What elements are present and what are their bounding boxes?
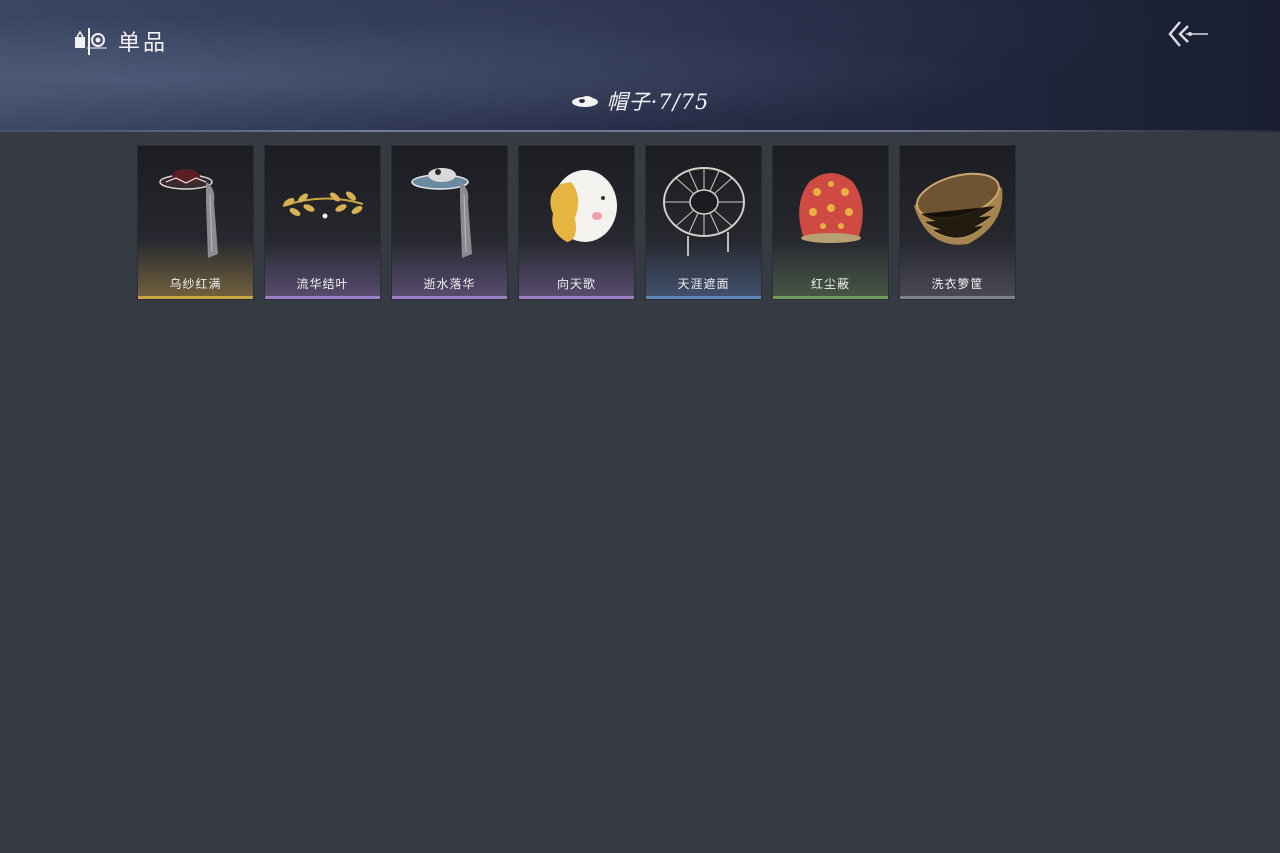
item-name: 乌纱红满 <box>169 277 222 291</box>
golden-laurel-wreath-icon <box>282 191 364 219</box>
app-title: 单品 <box>118 31 169 56</box>
veiled-hat-red-icon <box>159 169 218 258</box>
item-name: 逝水落华 <box>423 277 476 291</box>
rarity-bar <box>773 296 888 299</box>
rarity-bar <box>519 296 634 299</box>
banner-divider <box>0 130 1280 132</box>
item-name: 流华结叶 <box>296 277 349 291</box>
item-name: 洗衣箩筐 <box>931 277 984 291</box>
goose-hat-icon <box>550 170 617 242</box>
item-card[interactable]: 天涯遮面 <box>645 145 762 300</box>
item-name: 红尘蔽 <box>810 277 850 291</box>
item-card[interactable]: 向天歌 <box>518 145 635 300</box>
app-title-group: 单品 <box>74 26 168 56</box>
double-chevron-back-icon <box>1168 21 1208 47</box>
bamboo-frame-hat-icon <box>663 167 745 256</box>
rarity-bar <box>265 296 380 299</box>
item-grid: 乌纱红满 流华结叶 逝水落华 向天歌 天涯遮面 红尘蔽 洗衣箩筐 <box>137 145 1016 300</box>
rarity-bar <box>392 296 507 299</box>
wardrobe-icon <box>75 28 107 55</box>
item-card[interactable]: 逝水落华 <box>391 145 508 300</box>
rarity-bar <box>900 296 1015 299</box>
item-name: 向天歌 <box>556 277 596 291</box>
item-card[interactable]: 乌纱红满 <box>137 145 254 300</box>
category-title: 帽子·7/75 <box>606 90 710 114</box>
veiled-hat-silver-icon <box>411 168 472 258</box>
wicker-basket-icon <box>914 172 1003 245</box>
rarity-bar <box>646 296 761 299</box>
item-card[interactable]: 红尘蔽 <box>772 145 889 300</box>
rarity-bar <box>138 296 253 299</box>
hat-icon <box>571 96 598 107</box>
back-button[interactable] <box>1166 18 1210 52</box>
category-title-group: 帽子·7/75 <box>0 86 1280 116</box>
item-card[interactable]: 洗衣箩筐 <box>899 145 1016 300</box>
item-card[interactable]: 流华结叶 <box>264 145 381 300</box>
red-cloth-hood-icon <box>799 173 863 243</box>
item-name: 天涯遮面 <box>677 277 730 291</box>
